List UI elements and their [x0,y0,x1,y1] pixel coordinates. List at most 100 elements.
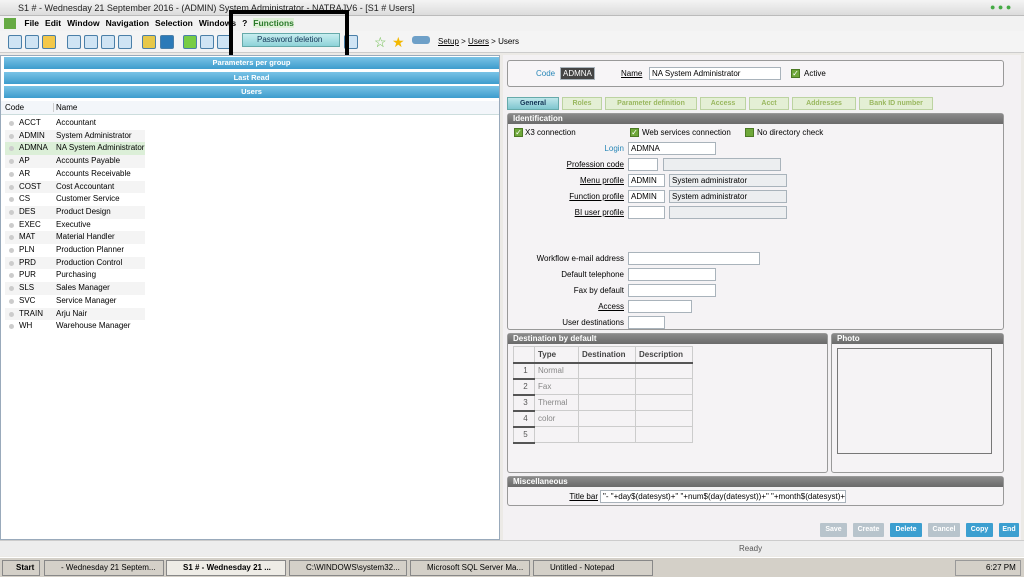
tab-access[interactable]: Access [700,97,746,110]
tab-bank-id-number[interactable]: Bank ID number [859,97,933,110]
user-row[interactable]: ACCT Accountant [5,117,145,130]
menu-edit[interactable]: Edit [45,18,61,28]
access-label[interactable]: Access [508,300,624,313]
edit-icon[interactable] [142,35,156,49]
function-profile-label[interactable]: Function profile [528,190,624,203]
user-row[interactable]: CS Customer Service [5,193,145,206]
taskbar-item[interactable]: Microsoft SQL Server Ma... [410,560,530,576]
taskbar-item[interactable]: Untitled - Notepad [533,560,653,576]
access-field[interactable] [628,300,692,313]
user-row[interactable]: DES Product Design [5,205,145,219]
column-name[interactable]: Name [53,103,146,112]
signpost-icon[interactable] [412,36,430,44]
user-row[interactable]: PUR Purchasing [5,269,145,282]
column-code[interactable]: Code [5,103,24,112]
profession-code-label[interactable]: Profession code [528,158,624,171]
menu-selection[interactable]: Selection [155,18,193,28]
description-cell[interactable] [635,410,693,427]
taskbar-item[interactable]: C:\WINDOWS\system32... [289,560,407,576]
destination-row[interactable]: 5 [513,426,693,444]
function-profile-field[interactable]: ADMIN [628,190,665,203]
first-icon[interactable] [67,35,81,49]
taskbar-item[interactable]: - Wednesday 21 Septem... [44,560,164,576]
destination-cell[interactable] [578,394,636,411]
name-label[interactable]: Name [621,67,642,80]
type-cell[interactable] [534,426,579,443]
destination-row[interactable]: 4 color [513,410,693,428]
type-cell[interactable]: color [534,410,579,427]
fax-field[interactable] [628,284,716,297]
start-button[interactable]: Start [2,560,40,576]
window-controls[interactable]: ● ● ● [990,2,1011,12]
breadcrumb-users[interactable]: Users [468,37,489,46]
last-icon[interactable] [118,35,132,49]
user-row[interactable]: COST Cost Accountant [5,180,145,194]
description-cell[interactable] [635,378,693,395]
user-row[interactable]: SLS Sales Manager [5,282,145,295]
title-bar-field[interactable]: "- "+day$(datesyst)+" "+num$(day(datesys… [600,490,846,503]
new-icon[interactable] [8,35,22,49]
user-row[interactable]: TRAIN Arju Nair [5,307,145,321]
user-row[interactable]: ADMNA NA System Administrator [5,142,145,156]
no-directory-check-checkbox[interactable] [745,128,754,137]
user-row[interactable]: EXEC Executive [5,219,145,232]
band-last-read[interactable]: Last Read [4,72,499,84]
menu-navigation[interactable]: Navigation [106,18,149,28]
profession-code-field[interactable] [628,158,658,171]
favorite-add-icon[interactable]: ☆ [374,34,387,51]
type-cell[interactable]: Thermal [534,394,579,411]
destination-row[interactable]: 2 Fax [513,378,693,396]
tab-roles[interactable]: Roles [562,97,602,110]
breadcrumb-setup[interactable]: Setup [438,37,459,46]
user-row[interactable]: AR Accounts Receivable [5,168,145,181]
end-button[interactable]: End [999,523,1019,537]
previous-icon[interactable] [84,35,98,49]
name-field[interactable]: NA System Administrator [649,67,781,80]
user-row[interactable]: ADMIN System Administrator [5,129,145,143]
code-field[interactable]: ADMNA [560,67,595,80]
destination-cell[interactable] [578,378,636,395]
tab-addresses[interactable]: Addresses [792,97,856,110]
destination-cell[interactable] [578,410,636,427]
description-cell[interactable] [635,394,693,411]
description-cell[interactable] [635,362,693,379]
user-row[interactable]: SVC Service Manager [5,295,145,308]
destination-cell[interactable] [578,362,636,379]
create-button[interactable]: Create [853,523,884,537]
photo-frame[interactable] [837,348,992,454]
copy-icon[interactable] [200,35,214,49]
type-cell[interactable]: Normal [534,362,579,379]
user-row[interactable]: PLN Production Planner [5,244,145,257]
copy-button[interactable]: Copy [966,523,993,537]
default-telephone-field[interactable] [628,268,716,281]
user-row[interactable]: WH Warehouse Manager [5,320,145,333]
active-checkbox[interactable]: ✓ [791,69,800,78]
menu-window[interactable]: Window [67,18,100,28]
band-users[interactable]: Users [4,86,499,98]
destination-row[interactable]: 3 Thermal [513,394,693,412]
open-icon[interactable] [42,35,56,49]
help-icon[interactable] [160,35,174,49]
menu-file[interactable]: File [24,18,39,28]
destination-row[interactable]: 1 Normal [513,362,693,380]
user-row[interactable]: MAT Material Handler [5,231,145,244]
favorites-icon[interactable]: ★ [392,34,405,51]
save-button[interactable]: Save [820,523,847,537]
tab-acct[interactable]: Acct [749,97,789,110]
user-row[interactable]: AP Accounts Payable [5,155,145,168]
workflow-email-field[interactable] [628,252,760,265]
menu-profile-field[interactable]: ADMIN [628,174,665,187]
delete-button[interactable]: Delete [890,523,922,537]
web-services-checkbox[interactable]: ✓ [630,128,639,137]
bi-user-profile-field[interactable] [628,206,665,219]
description-cell[interactable] [635,426,693,443]
tools-icon[interactable] [183,35,197,49]
login-field[interactable]: ADMNA [628,142,716,155]
user-row[interactable]: PRD Production Control [5,256,145,270]
x3-connection-checkbox[interactable]: ✓ [514,128,523,137]
bi-user-profile-label[interactable]: BI user profile [528,206,624,219]
next-icon[interactable] [101,35,115,49]
type-cell[interactable]: Fax [534,378,579,395]
band-parameters-per-group[interactable]: Parameters per group [4,57,499,69]
menu-profile-label[interactable]: Menu profile [528,174,624,187]
